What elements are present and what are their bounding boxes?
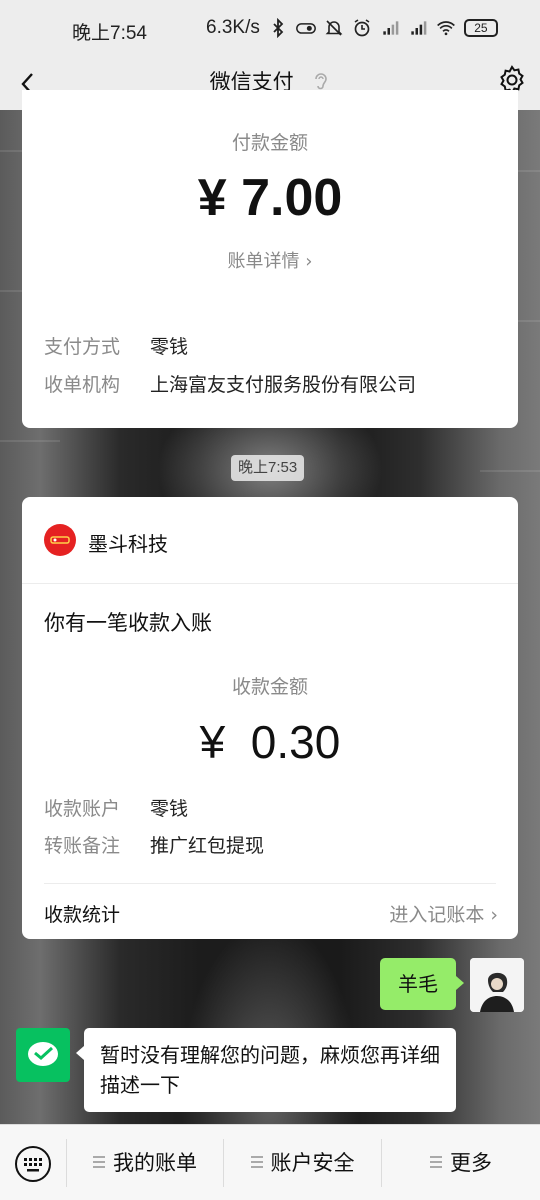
hd-signal-icon-2 xyxy=(411,21,427,35)
acquirer-label: 收单机构 xyxy=(44,374,121,396)
status-indicators: 6.3K/s 25 xyxy=(206,17,498,39)
wechat-pay-avatar[interactable] xyxy=(16,1028,70,1082)
ear-icon xyxy=(315,73,328,90)
toggle-icon xyxy=(295,23,316,34)
menu-list-icon xyxy=(430,1156,442,1168)
bill-details-link[interactable]: 账单详情 › xyxy=(22,247,518,273)
acquirer-value: 上海富友支付服务股份有限公司 xyxy=(150,374,417,396)
menu-more[interactable]: 更多 xyxy=(382,1125,540,1200)
receipt-stats-label: 收款统计 xyxy=(44,904,121,926)
status-bar: 晚上7:54 6.3K/s 25 xyxy=(0,0,540,58)
card-divider xyxy=(22,583,518,584)
menu-account-security-label: 账户安全 xyxy=(270,1151,355,1175)
receive-account-label: 收款账户 xyxy=(44,798,121,820)
card-divider-2 xyxy=(44,883,496,884)
keyboard-icon[interactable] xyxy=(14,1145,52,1183)
battery-icon: 25 xyxy=(463,19,498,37)
sent-message-bubble[interactable]: 羊毛 xyxy=(380,958,464,1010)
merchant-name: 墨斗科技 xyxy=(88,532,168,556)
merchant-logo-icon xyxy=(44,524,76,556)
notice-text: 你有一笔收款入账 xyxy=(44,611,212,635)
payment-amount-label: 付款金额 xyxy=(231,132,308,154)
transfer-note-value: 推广红包提现 xyxy=(150,835,265,857)
menu-my-bills[interactable]: 我的账单 xyxy=(67,1125,223,1200)
menu-my-bills-label: 我的账单 xyxy=(113,1151,197,1175)
receive-account-value: 零钱 xyxy=(150,798,189,820)
ledger-link[interactable]: 进入记账本 › xyxy=(389,900,498,927)
hd-signal-icon xyxy=(383,21,399,35)
payment-method-label: 支付方式 xyxy=(44,336,121,358)
user-avatar[interactable] xyxy=(470,958,524,1012)
wifi-icon xyxy=(436,21,455,36)
message-timestamp: 晚上7:53 xyxy=(231,455,305,481)
payment-card[interactable]: 付款金额 ¥ 7.00 账单详情 › 支付方式 零钱 收单机构 上海富友支付服务… xyxy=(22,90,518,428)
menu-list-icon xyxy=(250,1156,263,1168)
status-time: 晚上7:54 xyxy=(72,23,147,44)
menu-account-security[interactable]: 账户安全 xyxy=(224,1125,381,1200)
receipt-amount: ¥ 0.30 xyxy=(199,716,341,768)
receipt-amount-label: 收款金额 xyxy=(231,676,308,698)
receipt-card[interactable]: 墨斗科技 你有一笔收款入账 收款金额 ¥ 0.30 收款账户 零钱 转账备注 推… xyxy=(22,497,518,939)
reply-message-bubble[interactable]: 暂时没有理解您的问题，麻烦您再详细描述一下 xyxy=(76,1028,456,1112)
payment-method-value: 零钱 xyxy=(150,336,189,358)
transfer-note-label: 转账备注 xyxy=(44,835,121,857)
menu-list-icon xyxy=(93,1156,105,1168)
menu-more-label: 更多 xyxy=(450,1151,492,1175)
bottom-menu-bar: 我的账单 账户安全 更多 xyxy=(0,1124,540,1200)
bluetooth-icon xyxy=(273,18,284,38)
mute-bell-icon xyxy=(325,20,343,36)
network-speed: 6.3K/s xyxy=(206,17,260,38)
payment-amount: ¥ 7.00 xyxy=(197,169,343,227)
alarm-icon xyxy=(354,19,370,37)
